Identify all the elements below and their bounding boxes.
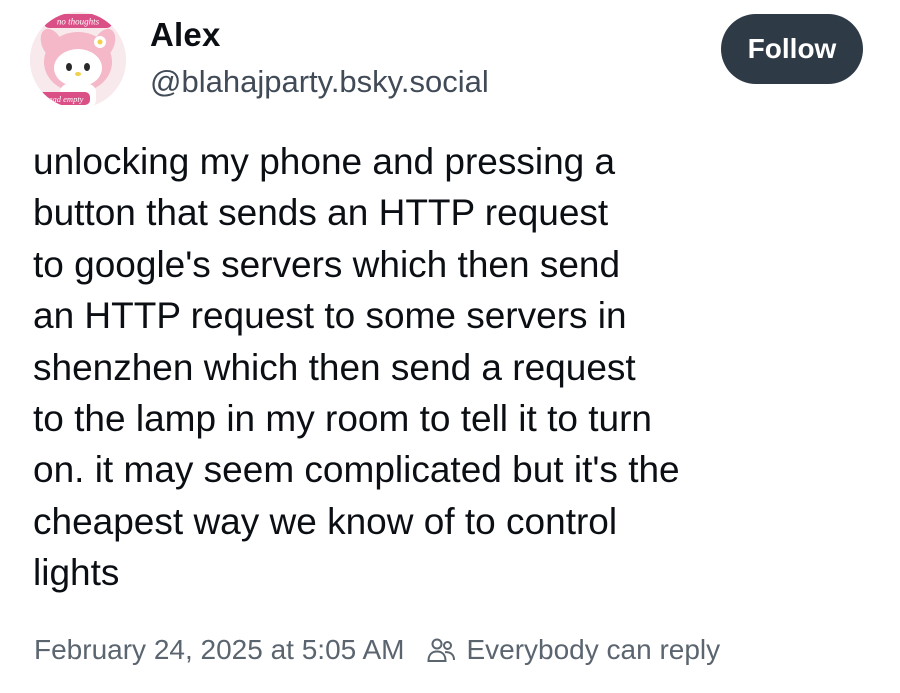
post-text-line: cheapest way we know of to control	[33, 500, 618, 542]
post-text-line: lights	[33, 552, 120, 594]
avatar[interactable]: no thoughts head empty	[30, 12, 126, 108]
author-display-name[interactable]: Alex	[150, 16, 221, 54]
reply-setting-label: Everybody can reply	[466, 634, 721, 665]
post-text-line: button that sends an HTTP request	[33, 192, 609, 234]
follow-button[interactable]: Follow	[721, 14, 863, 84]
people-icon	[427, 638, 456, 662]
post-text-line: shenzhen which then send a request	[33, 346, 636, 388]
post-text-line: to google's servers which then send	[33, 243, 621, 285]
avatar-bottom-text: head empty	[45, 94, 84, 104]
avatar-character-icon: no thoughts head empty	[30, 12, 126, 108]
post-text-line: an HTTP request to some servers in	[33, 295, 627, 337]
post-meta: February 24, 2025 at 5:05 AM Everybody c…	[34, 634, 720, 666]
post-text-line: on. it may seem complicated but it's the	[33, 449, 680, 491]
avatar-top-text: no thoughts	[57, 17, 100, 27]
author-handle[interactable]: @blahajparty.bsky.social	[150, 64, 489, 100]
post-card: no thoughts head empty Alex @blahajparty…	[0, 0, 900, 693]
post-text-line: to the lamp in my room to tell it to tur…	[33, 398, 652, 440]
post-text-line: unlocking my phone and pressing a	[33, 141, 616, 182]
post-timestamp[interactable]: February 24, 2025 at 5:05 AM	[34, 634, 404, 666]
post-text: unlocking my phone and pressing a button…	[33, 136, 873, 599]
